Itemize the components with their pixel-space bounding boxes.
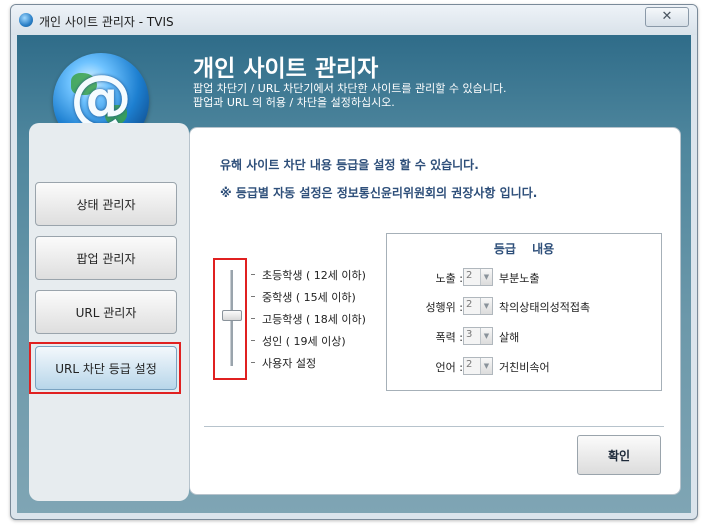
- chevron-down-icon: ▼: [480, 298, 492, 314]
- level-elementary-label: 초등학생 ( 12세 이하): [262, 269, 366, 282]
- grade-label: 성행위 :: [425, 301, 463, 314]
- nav-panel: 상태 관리자 팝업 관리자 URL 관리자 URL 차단 등급 설정: [29, 123, 189, 501]
- level-middle-label: 중학생 ( 15세 이하): [262, 291, 356, 304]
- divider: [204, 426, 664, 427]
- slider-thumb[interactable]: [222, 310, 242, 321]
- language-grade-select[interactable]: 2 ▼: [463, 357, 493, 375]
- info-text: 유해 사이트 차단 내용 등급을 설정 할 수 있습니다.: [220, 158, 479, 172]
- sexual-grade-select[interactable]: 2 ▼: [463, 297, 493, 315]
- nav-url-manager-button[interactable]: URL 관리자: [35, 290, 177, 334]
- grade-desc: 착의상태의성적접촉: [499, 301, 591, 314]
- grade-label: 언어 :: [435, 361, 463, 374]
- exposure-grade-select[interactable]: 2 ▼: [463, 268, 493, 286]
- ok-button[interactable]: 확인: [577, 435, 661, 475]
- grade-row-sexual: 성행위 : 2 ▼ 착의상태의성적접촉: [387, 297, 661, 317]
- nav-url-block-grade-button[interactable]: URL 차단 등급 설정: [35, 346, 177, 390]
- header-subtitle: 팝업과 URL 의 허용 / 차단을 설정하십시오.: [193, 96, 395, 109]
- grade-desc: 살해: [499, 331, 520, 344]
- slider-tick: [251, 274, 255, 275]
- grade-desc: 거친비속어: [499, 361, 550, 374]
- close-icon: ✕: [661, 9, 673, 24]
- chevron-down-icon: ▼: [480, 358, 492, 374]
- app-window: 개인 사이트 관리자 - TVIS ✕ @ 개인 사이트 관리자 팝업 차단기 …: [10, 4, 698, 520]
- nav-popup-manager-button[interactable]: 팝업 관리자: [35, 236, 177, 280]
- nav-status-manager-button[interactable]: 상태 관리자: [35, 182, 177, 226]
- grade-row-language: 언어 : 2 ▼ 거친비속어: [387, 357, 661, 377]
- slider-tick: [251, 296, 255, 297]
- chevron-down-icon: ▼: [480, 269, 492, 285]
- slider-tick: [251, 318, 255, 319]
- client-area: @ 개인 사이트 관리자 팝업 차단기 / URL 차단기에서 차단한 사이트를…: [17, 35, 691, 513]
- grade-desc: 부분노출: [499, 272, 540, 285]
- level-adult-label: 성인 ( 19세 이상): [262, 335, 346, 348]
- slider-tick: [251, 362, 255, 363]
- grade-row-violence: 폭력 : 3 ▼ 살해: [387, 327, 661, 347]
- grade-label: 폭력 :: [435, 331, 463, 344]
- title-bar[interactable]: 개인 사이트 관리자 - TVIS ✕: [11, 5, 697, 35]
- level-high-label: 고등학생 ( 18세 이하): [262, 313, 366, 326]
- grade-row-exposure: 노출 : 2 ▼ 부분노출: [387, 268, 661, 288]
- settings-panel: 유해 사이트 차단 내용 등급을 설정 할 수 있습니다. ※ 등급별 자동 설…: [189, 127, 681, 495]
- level-slider[interactable]: [213, 258, 247, 380]
- page-title: 개인 사이트 관리자: [193, 56, 379, 82]
- slider-tick: [251, 340, 255, 341]
- grade-content-box: 등급 내용 노출 : 2 ▼ 부분노출 성행위 : 2 ▼ 착의상태의성적접촉: [386, 233, 662, 391]
- grade-box-title: 등급 내용: [493, 242, 555, 256]
- level-custom-label: 사용자 설정: [262, 357, 317, 370]
- info-note: ※ 등급별 자동 설정은 정보통신윤리위원회의 권장사항 입니다.: [220, 186, 538, 200]
- grade-label: 노출 :: [435, 272, 463, 285]
- violence-grade-select[interactable]: 3 ▼: [463, 327, 493, 345]
- window-title: 개인 사이트 관리자 - TVIS: [39, 15, 174, 29]
- globe-icon: [19, 13, 33, 27]
- close-button[interactable]: ✕: [645, 7, 689, 27]
- chevron-down-icon: ▼: [480, 328, 492, 344]
